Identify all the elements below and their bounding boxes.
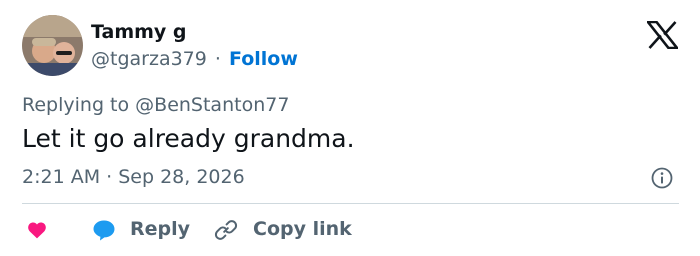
tweet-text: Let it go already grandma. (22, 124, 355, 153)
reply-label: Reply (130, 218, 191, 240)
avatar[interactable] (22, 15, 83, 76)
author-handle[interactable]: @tgarza379 (91, 48, 207, 70)
link-icon (214, 220, 238, 240)
avatar-image (22, 15, 83, 76)
separator-dot: · (214, 48, 221, 70)
info-icon[interactable] (650, 166, 674, 190)
divider (22, 203, 679, 204)
tweet-timestamp[interactable]: 2:21 AM · Sep 28, 2026 (22, 165, 245, 189)
heart-icon[interactable] (26, 219, 48, 241)
author-name[interactable]: Tammy g (91, 20, 187, 44)
replying-to: Replying to @BenStanton77 (22, 94, 290, 116)
tweet-card: Tammy g @tgarza379 · Follow Replying to … (0, 0, 700, 256)
reply-bubble-icon (93, 220, 115, 241)
follow-button[interactable]: Follow (229, 48, 298, 70)
author-handle-row: @tgarza379 · Follow (91, 47, 298, 71)
x-logo-icon[interactable] (647, 21, 678, 49)
copy-link-label: Copy link (253, 218, 352, 240)
